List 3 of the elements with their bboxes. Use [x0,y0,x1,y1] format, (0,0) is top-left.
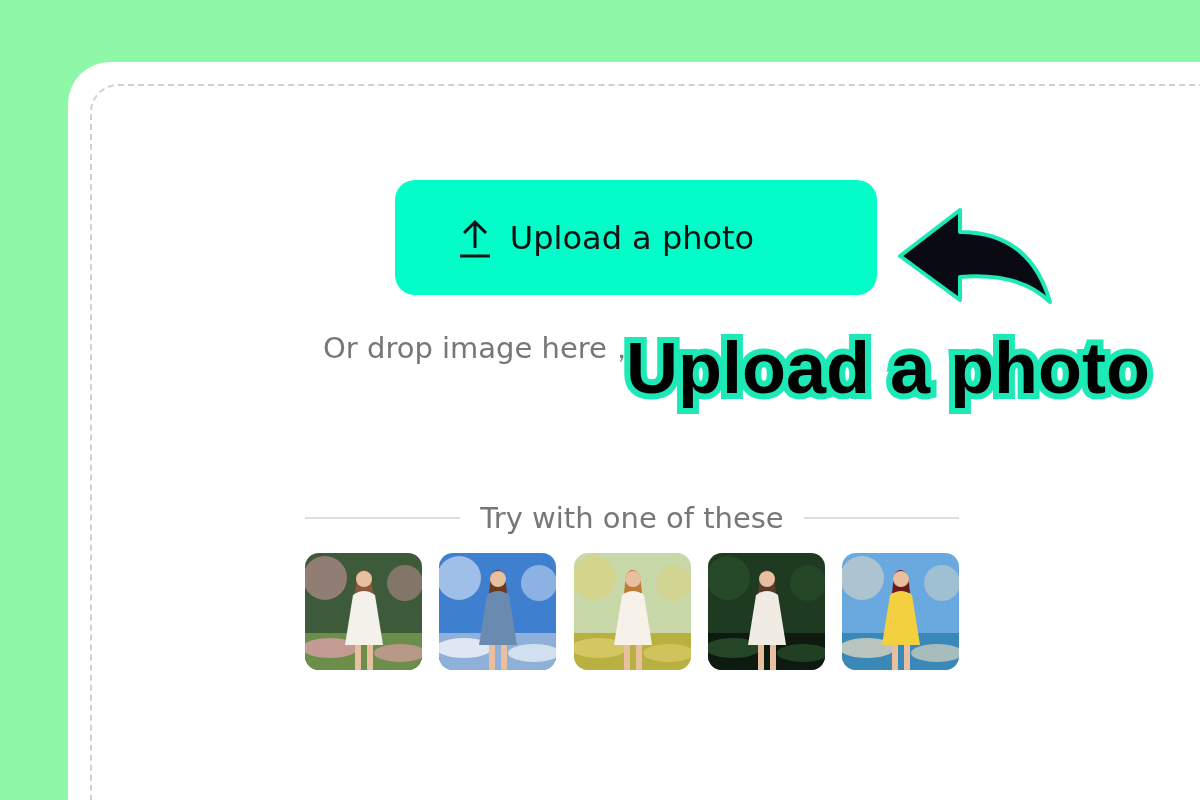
upload-button[interactable]: Upload a photo [395,180,877,295]
samples-heading: Try with one of these [480,501,784,535]
upload-icon [457,217,492,258]
